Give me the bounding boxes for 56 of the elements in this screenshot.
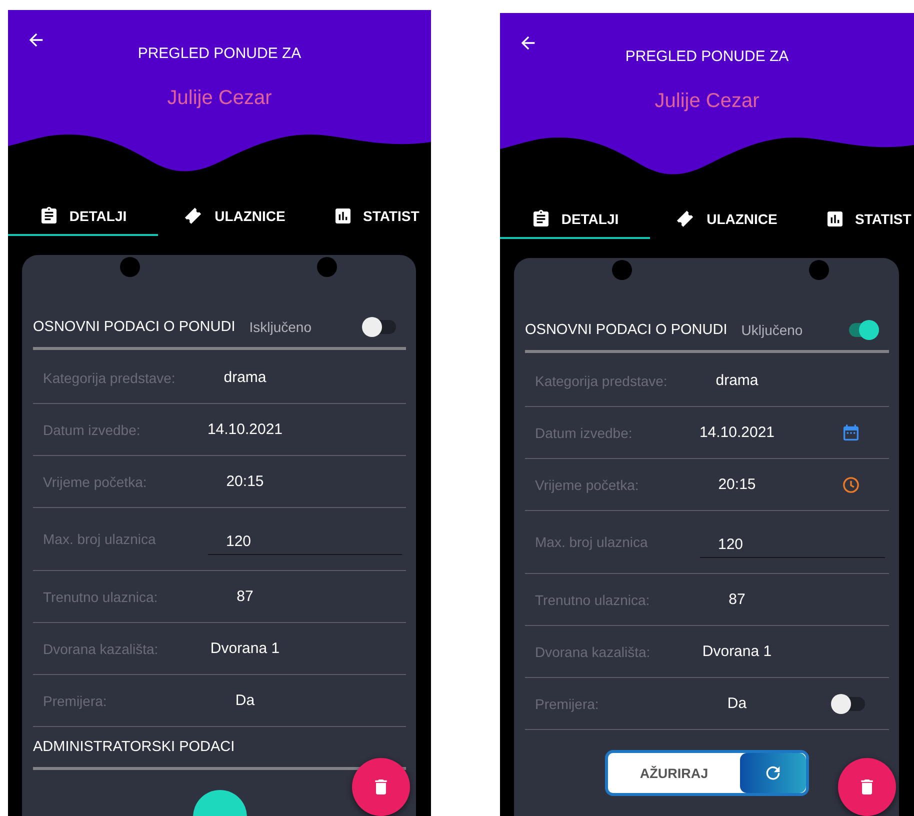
toggle-switch[interactable] <box>831 694 865 714</box>
punch-hole <box>317 257 337 277</box>
punch-hole <box>120 257 140 277</box>
tab[interactable]: STATIST <box>800 201 912 239</box>
field-label: Vrijeme početka: <box>534 476 640 492</box>
tab[interactable]: ULAZNICE <box>158 198 308 236</box>
field-label: Max. broj ulaznica <box>534 534 649 550</box>
calendar-icon[interactable] <box>841 422 861 442</box>
field-label: Trenutno ulaznica: <box>534 592 651 608</box>
screen-title: PREGLED PONUDE ZA <box>625 48 789 65</box>
punch-hole <box>612 260 632 280</box>
field-value: 20:15 <box>717 476 757 493</box>
field-value: 14.10.2021 <box>206 421 284 438</box>
field-label: Dvorana kazališta: <box>42 640 160 656</box>
tab[interactable]: DETALJI <box>8 198 158 236</box>
tab[interactable]: STATIST <box>308 198 420 236</box>
field-value: Dvorana 1 <box>701 643 773 660</box>
field-value: Da <box>726 695 748 712</box>
field-label: Kategorija predstave: <box>42 370 176 386</box>
field-value: drama <box>222 369 268 386</box>
field-label: Dvorana kazališta: <box>534 644 652 660</box>
field-value: 87 <box>728 591 746 608</box>
clipboard-icon <box>531 209 552 229</box>
section-title: OSNOVNI PODACI O PONUDI <box>33 319 236 335</box>
field-value: 20:15 <box>225 473 265 490</box>
bar-chart-icon <box>825 209 845 229</box>
field-value: Da <box>234 692 256 709</box>
tab[interactable]: DETALJI <box>500 201 650 239</box>
screen-title: PREGLED PONUDE ZA <box>138 45 302 62</box>
clipboard-icon <box>39 206 60 226</box>
status-label: Uključeno <box>741 322 803 338</box>
field-label: Max. broj ulaznica <box>42 531 157 547</box>
play-title: Julije Cezar <box>167 87 272 110</box>
field-label: Trenutno ulaznica: <box>42 588 159 604</box>
clock-icon[interactable] <box>841 474 861 494</box>
field-value: Dvorana 1 <box>209 640 281 657</box>
field-value: 14.10.2021 <box>698 424 776 441</box>
update-button[interactable]: AŽURIRAJ <box>605 750 809 796</box>
tab[interactable]: ULAZNICE <box>650 201 800 239</box>
field-label: Datum izvedbe: <box>42 422 142 438</box>
field-label: Premijera: <box>42 692 108 708</box>
field-label: Kategorija predstave: <box>534 372 668 388</box>
status-label: Isključeno <box>249 319 312 335</box>
section-title: OSNOVNI PODACI O PONUDI <box>525 322 728 338</box>
field-value: 87 <box>236 588 254 605</box>
input-field[interactable]: 120 <box>208 533 402 555</box>
field-label: Vrijeme početka: <box>42 474 148 490</box>
play-title: Julije Cezar <box>654 90 760 113</box>
bar-chart-icon <box>333 206 353 226</box>
field-value: drama <box>714 372 760 389</box>
toggle-switch[interactable] <box>362 317 396 337</box>
punch-hole <box>809 260 829 280</box>
section-title: ADMINISTRATORSKI PODACI <box>33 739 235 755</box>
field-label: Premijera: <box>534 696 600 712</box>
field-label: Datum izvedbe: <box>534 424 634 440</box>
input-field[interactable]: 120 <box>700 536 885 558</box>
